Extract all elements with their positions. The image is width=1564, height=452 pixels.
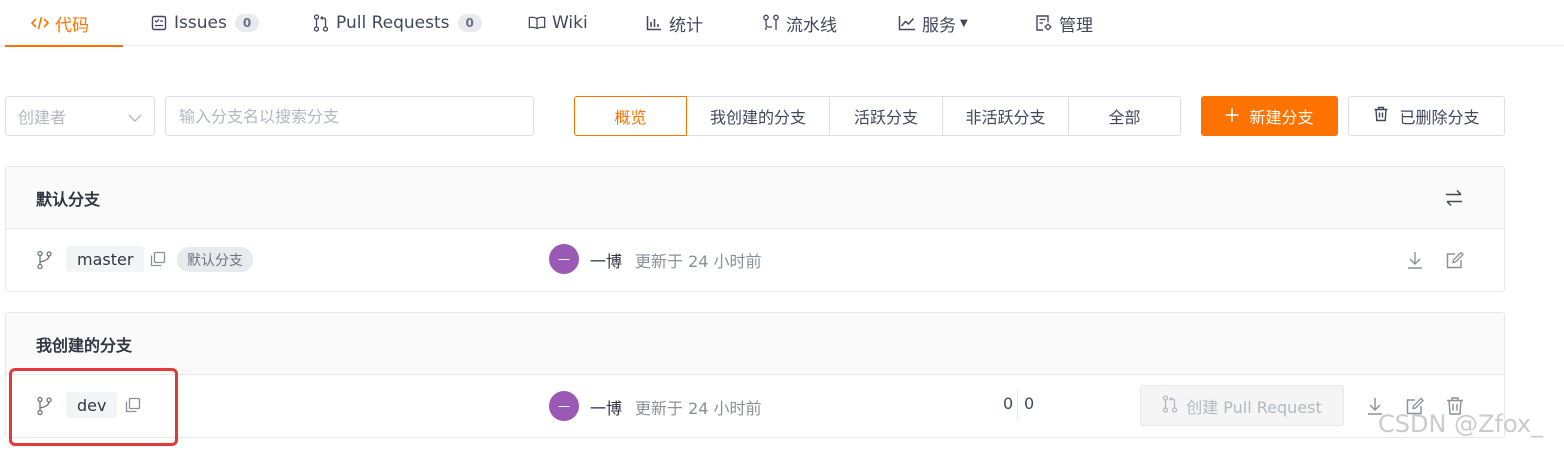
updated-time: 更新于 24 小时前 (635, 252, 762, 271)
default-branch-tag: 默认分支 (177, 247, 253, 272)
create-pull-request-button[interactable]: 创建 Pull Request (1140, 385, 1344, 426)
author-name[interactable]: 一博 (590, 395, 622, 419)
copy-icon[interactable] (125, 397, 141, 413)
new-branch-label: 新建分支 (1249, 108, 1314, 127)
segment-active-branches[interactable]: 活跃分支 (829, 96, 943, 136)
updated-time: 更新于 24 小时前 (635, 399, 762, 418)
create-pull-request-label: 创建 Pull Request (1186, 397, 1322, 417)
tab-label: 管理 (1059, 15, 1093, 36)
segment-my-branches[interactable]: 我创建的分支 (686, 96, 830, 136)
ahead-count: 0 (1024, 394, 1035, 413)
tab-pipeline[interactable]: 流水线 (762, 0, 837, 46)
copy-icon[interactable] (150, 251, 166, 267)
segment-inactive-branches[interactable]: 非活跃分支 (942, 96, 1069, 136)
issues-icon (150, 14, 168, 32)
tab-statistics[interactable]: 统计 (645, 0, 703, 46)
line-chart-icon (898, 14, 916, 32)
deleted-branches-label: 已删除分支 (1399, 108, 1480, 127)
settings-doc-icon (1035, 14, 1053, 32)
behind-count: 0 (1003, 394, 1014, 413)
edit-icon[interactable] (1445, 250, 1465, 270)
branch-row-master: master 默认分支 一 一博 更新于 24 小时前 (6, 229, 1504, 290)
avatar: 一 (549, 391, 579, 421)
code-icon (31, 14, 49, 32)
caret-down-icon: ▼ (960, 17, 968, 29)
avatar: 一 (549, 244, 579, 274)
tab-code[interactable]: 代码 (5, 0, 123, 47)
creator-select-placeholder: 创建者 (18, 108, 67, 127)
default-branch-header: 默认分支 (6, 167, 1504, 229)
plus-icon (1225, 107, 1239, 126)
bar-chart-icon (645, 14, 663, 32)
author-name[interactable]: 一博 (590, 248, 622, 272)
creator-select[interactable]: 创建者 (5, 96, 155, 136)
branch-name[interactable]: master (66, 246, 145, 272)
pull-request-icon (312, 14, 330, 32)
new-branch-button[interactable]: 新建分支 (1201, 96, 1338, 136)
my-branches-header: 我创建的分支 (6, 313, 1504, 375)
segment-overview[interactable]: 概览 (574, 96, 687, 136)
default-branch-panel: 默认分支 master 默认分支 一 一博 更新于 24 小时前 (5, 166, 1505, 292)
branch-icon (36, 250, 54, 270)
book-icon (528, 14, 546, 32)
tab-manage[interactable]: 管理 (1035, 0, 1093, 46)
issues-count-badge: 0 (234, 14, 260, 32)
tab-label: 统计 (669, 15, 703, 36)
tab-wiki[interactable]: Wiki (528, 0, 588, 46)
download-icon[interactable] (1405, 250, 1425, 270)
branch-icon (36, 396, 54, 416)
my-branches-panel: 我创建的分支 dev 一 一博 更新于 24 小时前 0 0 创建 Pull R… (5, 312, 1505, 438)
switch-default-branch-icon[interactable] (1444, 188, 1464, 212)
pipeline-icon (762, 14, 780, 32)
tab-label: Wiki (552, 13, 588, 33)
branch-search-input[interactable] (165, 96, 534, 136)
tab-label: 流水线 (786, 15, 837, 36)
tab-label: 服务 (922, 15, 956, 36)
branch-row-dev: dev 一 一博 更新于 24 小时前 0 0 创建 Pull Request (6, 375, 1504, 436)
pull-request-icon (1162, 394, 1178, 417)
tab-label: Issues (174, 13, 227, 33)
section-title: 默认分支 (36, 189, 101, 209)
tab-label: 代码 (55, 15, 89, 36)
tab-services[interactable]: 服务 ▼ (898, 0, 968, 46)
tab-pull-requests[interactable]: Pull Requests 0 (312, 0, 482, 46)
branch-name[interactable]: dev (66, 392, 118, 418)
deleted-branches-button[interactable]: 已删除分支 (1348, 96, 1505, 136)
pull-requests-count-badge: 0 (457, 14, 482, 32)
chevron-down-icon (128, 107, 142, 126)
trash-icon (1373, 106, 1389, 126)
section-title: 我创建的分支 (36, 335, 133, 355)
segment-all[interactable]: 全部 (1068, 96, 1181, 136)
tab-issues[interactable]: Issues 0 (150, 0, 260, 46)
tab-label: Pull Requests (336, 13, 450, 33)
watermark: CSDN @Zfox_ (1378, 410, 1544, 438)
ahead-behind-divider (1017, 390, 1018, 420)
repo-nav: 代码 Issues 0 Pull Requests 0 Wiki 统计 流水线 (0, 0, 1564, 47)
